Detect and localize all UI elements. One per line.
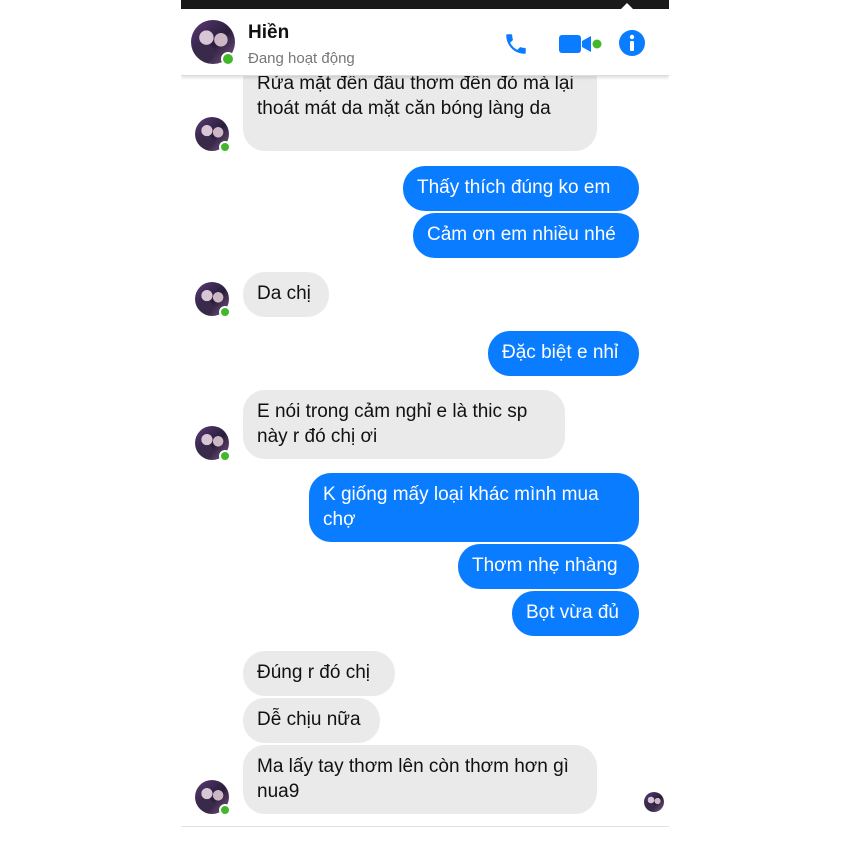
message-bubble-incoming[interactable]: E nói trong cảm nghỉ e là thic sp này r … xyxy=(243,390,565,459)
message-bubble-outgoing[interactable]: Thấy thích đúng ko em xyxy=(403,166,639,211)
contact-status: Đang hoạt động xyxy=(248,50,355,67)
chat-header: Hiền Đang hoạt động xyxy=(181,9,669,76)
status-bar xyxy=(181,0,669,9)
online-indicator xyxy=(219,306,231,318)
info-icon[interactable] xyxy=(618,29,646,57)
message-bubble-outgoing[interactable]: Đặc biệt e nhỉ xyxy=(488,331,639,376)
message-bubble-outgoing[interactable]: Thơm nhẹ nhàng xyxy=(458,544,639,589)
message-bubble-incoming[interactable]: Đúng r đó chị xyxy=(243,651,395,696)
message-bubble-incoming[interactable]: Rửa mặt đến đâu thơm đến đó mà lại thoát… xyxy=(243,75,597,151)
message-bubble-outgoing[interactable]: K giống mấy loại khác mình mua chợ xyxy=(309,473,639,542)
seen-avatar xyxy=(644,792,664,812)
online-indicator xyxy=(221,52,235,66)
message-bubble-outgoing[interactable]: Cảm ơn em nhiều nhé xyxy=(413,213,639,258)
contact-name[interactable]: Hiền xyxy=(248,22,289,44)
message-bubble-incoming[interactable]: Da chị xyxy=(243,272,329,317)
online-indicator xyxy=(219,804,231,816)
video-call-icon[interactable] xyxy=(559,33,603,55)
message-list[interactable]: Rửa mặt đến đâu thơm đến đó mà lại thoát… xyxy=(181,75,669,827)
message-bubble-incoming[interactable]: Dễ chịu nữa xyxy=(243,698,380,743)
online-indicator xyxy=(219,141,231,153)
phone-icon[interactable] xyxy=(503,31,529,57)
divider xyxy=(181,826,669,827)
message-bubble-incoming[interactable]: Ma lấy tay thơm lên còn thơm hơn gì nua9 xyxy=(243,745,597,814)
online-indicator xyxy=(219,450,231,462)
messenger-window: Hiền Đang hoạt động Rửa mặt đến đâu thơm… xyxy=(181,0,669,850)
message-bubble-outgoing[interactable]: Bọt vừa đủ xyxy=(512,591,639,636)
